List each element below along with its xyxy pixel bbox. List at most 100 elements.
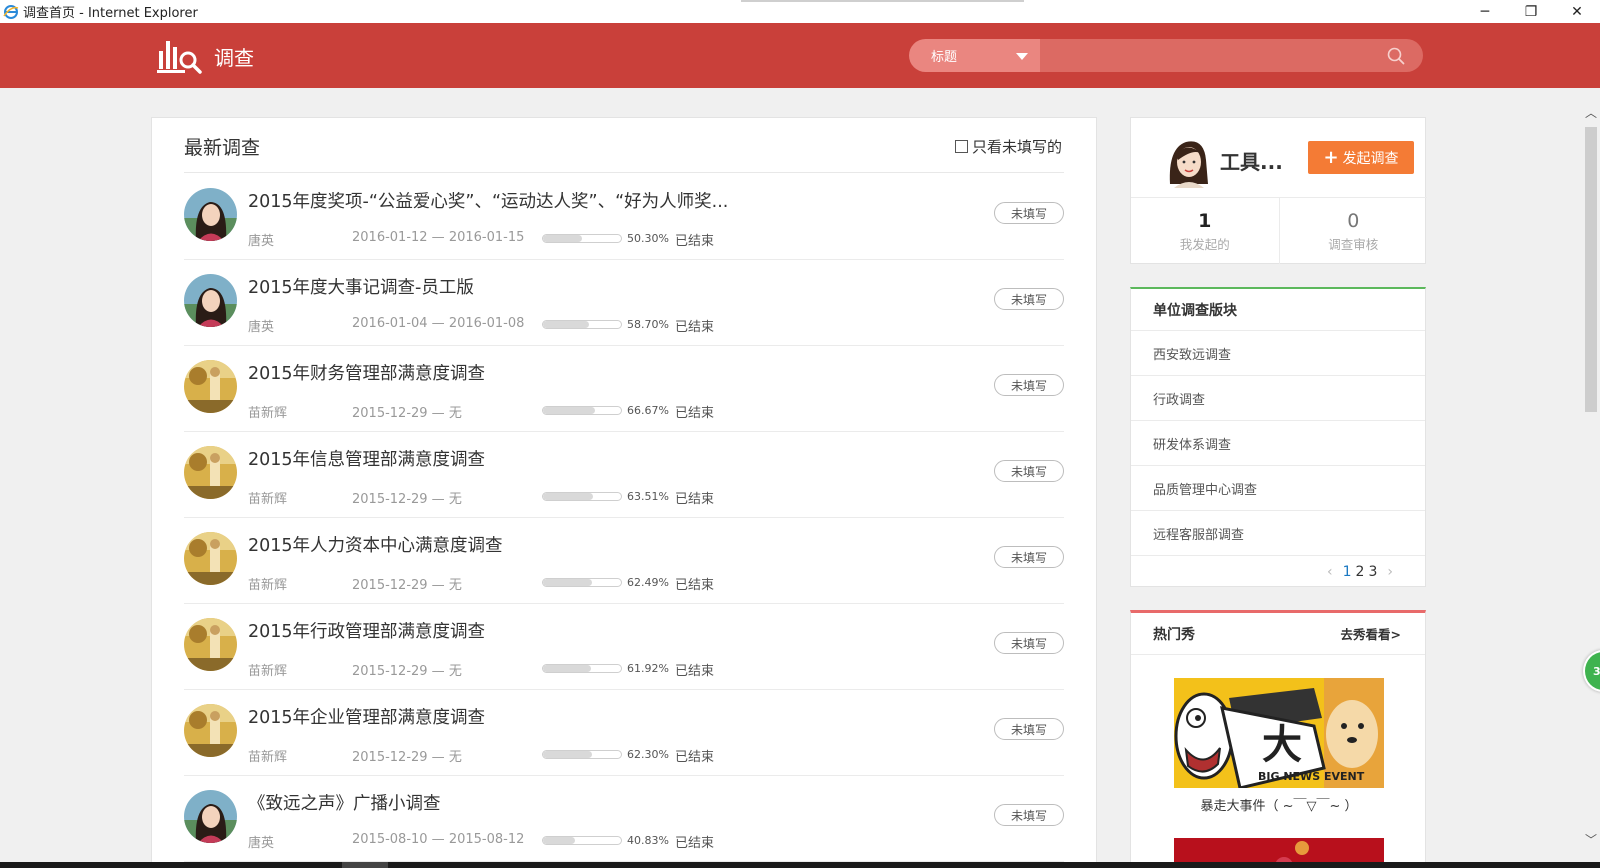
hot-show-title: 热门秀 — [1153, 626, 1195, 643]
unfilled-badge[interactable]: 未填写 — [994, 374, 1064, 396]
survey-progress-percent: 62.49% — [627, 576, 669, 589]
stat-label: 我发起的 — [1179, 237, 1230, 252]
brand-title: 调查 — [214, 46, 254, 70]
user-avatar[interactable] — [1164, 134, 1214, 188]
unfilled-badge[interactable]: 未填写 — [994, 546, 1064, 568]
survey-progress-bar — [542, 664, 622, 673]
avatar — [184, 618, 237, 671]
unfilled-only-filter[interactable]: 只看未填写的 — [954, 136, 1062, 157]
survey-progress-percent: 61.92% — [627, 662, 669, 675]
survey-title[interactable]: 《致远之声》广播小调查 — [248, 790, 441, 815]
unit-survey-item[interactable]: 西安致远调查 — [1131, 331, 1425, 376]
next-page-icon[interactable]: › — [1387, 564, 1393, 580]
search-icon[interactable] — [1387, 47, 1405, 65]
stat-my-launched[interactable]: 1 我发起的 — [1131, 198, 1279, 264]
scroll-down-icon[interactable]: ﹀ — [1582, 830, 1600, 848]
survey-item[interactable]: 2015年度大事记调查-员工版 唐英 2016-01-04 — 2016-01-… — [184, 260, 1064, 346]
survey-progress-bar — [542, 492, 622, 501]
scroll-up-icon[interactable]: ︿ — [1582, 103, 1600, 121]
survey-progress-bar — [542, 320, 622, 329]
survey-progress-percent: 62.30% — [627, 748, 669, 761]
survey-date-range: 2015-12-29 — 无 — [352, 578, 462, 593]
survey-progress-fill — [543, 407, 595, 414]
panel-title: 最新调查 — [184, 137, 261, 159]
user-stats: 1 我发起的 0 调查审核 — [1131, 197, 1427, 264]
ie-icon — [3, 4, 19, 20]
unfilled-badge[interactable]: 未填写 — [994, 202, 1064, 224]
hot-show-image[interactable]: 大 BIG NEWS EVENT — [1174, 678, 1384, 790]
scroll-thumb[interactable] — [1585, 127, 1597, 412]
window-title: 调查首页 - Internet Explorer — [23, 6, 198, 21]
unfilled-only-checkbox[interactable] — [954, 140, 968, 153]
survey-progress-fill — [543, 321, 589, 328]
survey-date-range: 2015-12-29 — 无 — [352, 750, 462, 765]
close-button[interactable]: ✕ — [1554, 0, 1600, 23]
page-link-1[interactable]: 1 — [1343, 564, 1352, 580]
search-input[interactable] — [1040, 39, 1423, 72]
unfilled-only-label: 只看未填写的 — [971, 138, 1062, 156]
survey-item[interactable]: 2015年人力资本中心满意度调查 苗新辉 2015-12-29 — 无 62.4… — [184, 518, 1064, 604]
hot-image-text-big: 大 — [1262, 722, 1302, 768]
survey-progress-fill — [543, 751, 592, 758]
survey-title[interactable]: 2015年企业管理部满意度调查 — [248, 704, 485, 729]
page-link-3[interactable]: 3 — [1368, 564, 1377, 580]
avatar — [184, 188, 237, 241]
unfilled-badge[interactable]: 未填写 — [994, 632, 1064, 654]
page-scrollbar[interactable]: ︿ ﹀ — [1582, 103, 1600, 848]
prev-page-icon[interactable]: ‹ — [1327, 564, 1333, 580]
stat-review[interactable]: 0 调查审核 — [1278, 198, 1428, 264]
survey-progress-percent: 58.70% — [627, 318, 669, 331]
survey-author: 苗新辉 — [248, 578, 288, 593]
latest-surveys-panel: 最新调查 只看未填写的 2015年度奖项-“公益爱心奖”、“运动达人奖”、“好为… — [151, 117, 1097, 868]
hot-show-caption[interactable]: 暴走大事件（ ~￣▽￣~ ） — [1131, 795, 1425, 814]
chevron-down-icon — [1016, 53, 1028, 60]
survey-item[interactable]: 2015年财务管理部满意度调查 苗新辉 2015-12-29 — 无 66.67… — [184, 346, 1064, 432]
survey-author: 唐英 — [248, 234, 275, 249]
survey-item[interactable]: 2015年企业管理部满意度调查 苗新辉 2015-12-29 — 无 62.30… — [184, 690, 1064, 776]
survey-item[interactable]: 2015年行政管理部满意度调查 苗新辉 2015-12-29 — 无 61.92… — [184, 604, 1064, 690]
search-bar: 标题 — [909, 39, 1423, 72]
unfilled-badge[interactable]: 未填写 — [994, 288, 1064, 310]
unit-survey-item[interactable]: 远程客服部调查 — [1131, 511, 1425, 556]
unit-survey-item[interactable]: 行政调查 — [1131, 376, 1425, 421]
survey-title[interactable]: 2015年行政管理部满意度调查 — [248, 618, 485, 643]
survey-progress-bar — [542, 836, 622, 845]
survey-author: 苗新辉 — [248, 664, 288, 679]
hot-image-text-small: BIG NEWS EVENT — [1258, 770, 1365, 783]
survey-logo-icon[interactable] — [157, 37, 203, 75]
survey-title[interactable]: 2015年信息管理部满意度调查 — [248, 446, 485, 471]
avatar — [184, 446, 237, 499]
avatar — [184, 274, 237, 327]
unit-survey-item[interactable]: 品质管理中心调查 — [1131, 466, 1425, 511]
survey-item[interactable]: 2015年信息管理部满意度调查 苗新辉 2015-12-29 — 无 63.51… — [184, 432, 1064, 518]
avatar — [184, 360, 237, 413]
survey-title[interactable]: 2015年度奖项-“公益爱心奖”、“运动达人奖”、“好为人师奖... — [248, 188, 728, 213]
page-link-2[interactable]: 2 — [1356, 564, 1365, 580]
survey-progress-fill — [543, 493, 593, 500]
launch-survey-button[interactable]: + 发起调查 — [1308, 141, 1414, 174]
survey-title[interactable]: 2015年度大事记调查-员工版 — [248, 274, 474, 299]
survey-item[interactable]: 《致远之声》广播小调查 唐英 2015-08-10 — 2015-08-12 4… — [184, 776, 1064, 862]
stat-value: 1 — [1198, 210, 1212, 232]
restore-button[interactable]: ❐ — [1508, 0, 1554, 23]
survey-progress-percent: 50.30% — [627, 232, 669, 245]
window-titlebar: 调查首页 - Internet Explorer ─ ❐ ✕ — [0, 0, 1600, 23]
survey-status: 已结束 — [675, 578, 715, 593]
unit-survey-item[interactable]: 研发体系调查 — [1131, 421, 1425, 466]
user-name: 工具... — [1220, 150, 1283, 174]
unit-survey-card: 单位调查版块 西安致远调查 行政调查 研发体系调查 品质管理中心调查 远程客服部… — [1130, 287, 1426, 587]
avatar — [184, 790, 237, 843]
unfilled-badge[interactable]: 未填写 — [994, 804, 1064, 826]
hot-show-more-link[interactable]: 去秀看看> — [1341, 624, 1401, 643]
taskbar-item[interactable] — [342, 862, 388, 868]
search-field-value: 标题 — [931, 50, 958, 65]
survey-item[interactable]: 2015年度奖项-“公益爱心奖”、“运动达人奖”、“好为人师奖... 唐英 20… — [184, 174, 1064, 260]
survey-title[interactable]: 2015年财务管理部满意度调查 — [248, 360, 485, 385]
unfilled-badge[interactable]: 未填写 — [994, 718, 1064, 740]
survey-author: 苗新辉 — [248, 406, 288, 421]
minimize-button[interactable]: ─ — [1462, 0, 1508, 23]
survey-status: 已结束 — [675, 836, 715, 851]
survey-title[interactable]: 2015年人力资本中心满意度调查 — [248, 532, 503, 557]
unfilled-badge[interactable]: 未填写 — [994, 460, 1064, 482]
search-field-select[interactable]: 标题 — [909, 39, 1040, 72]
